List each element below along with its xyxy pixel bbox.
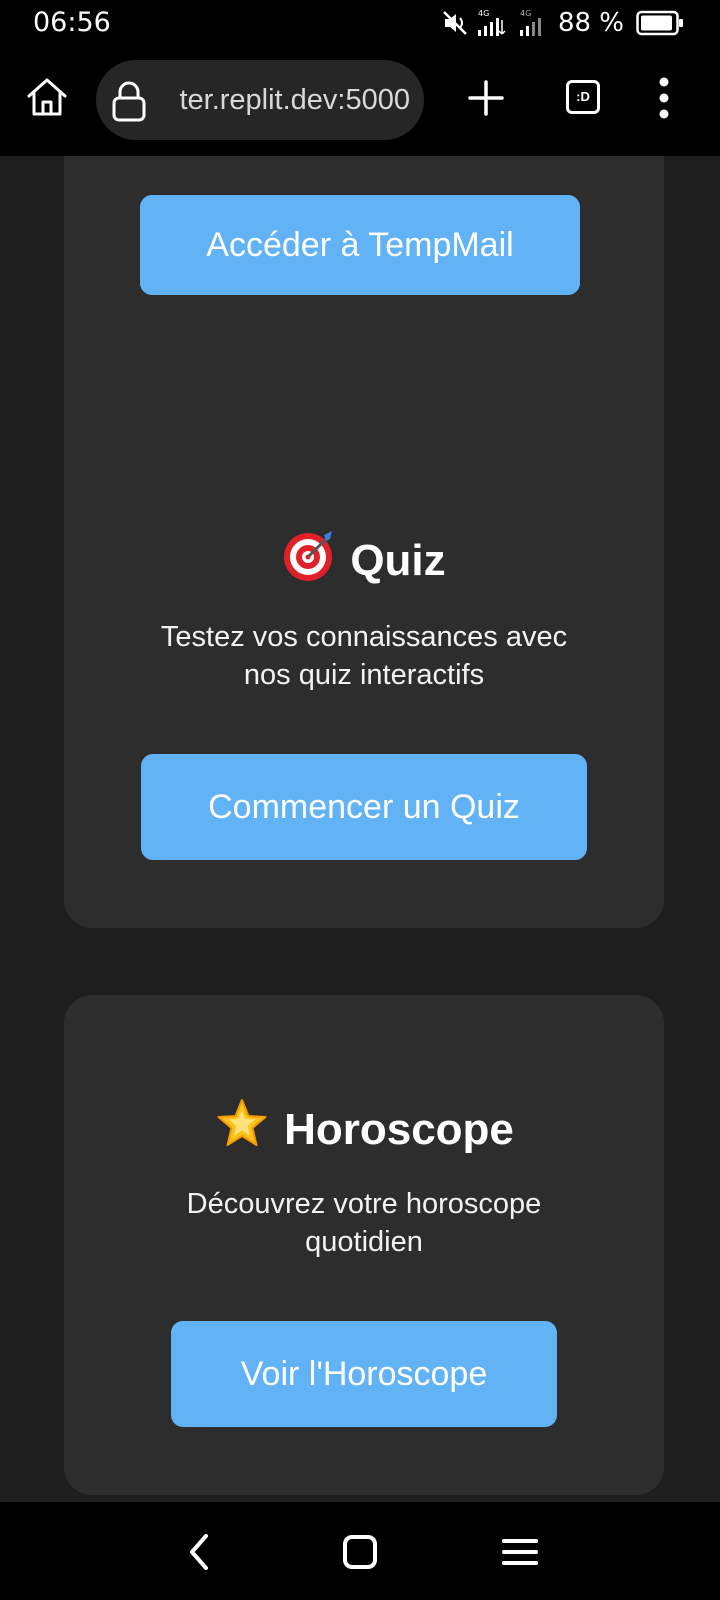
status-icons: 4G 4G 88 %	[434, 4, 684, 42]
quiz-title-text: Quiz	[350, 536, 446, 585]
tabs-button[interactable]: :D	[566, 80, 600, 114]
quiz-card: Quiz Testez vos connaissances avec nos q…	[64, 428, 664, 928]
status-bar: 06:56 4G 4G 88 %	[0, 0, 720, 46]
address-bar[interactable]: ter.replit.dev:5000	[96, 60, 424, 140]
new-tab-plus-icon[interactable]	[466, 78, 506, 118]
horoscope-title-text: Horoscope	[284, 1105, 514, 1154]
start-quiz-button[interactable]: Commencer un Quiz	[141, 754, 587, 860]
horoscope-title: Horoscope	[64, 1096, 664, 1158]
system-nav-bar	[0, 1502, 720, 1600]
url-text[interactable]: ter.replit.dev:5000	[160, 60, 410, 140]
more-vertical-icon[interactable]	[654, 76, 674, 120]
home-icon[interactable]	[24, 74, 70, 120]
mute-icon	[443, 11, 467, 35]
battery-percentage: 88 %	[557, 8, 624, 38]
screen: 06:56 4G 4G 88 % ter.replit.dev:5000:D …	[0, 0, 720, 1600]
svg-text:4G: 4G	[520, 9, 531, 18]
horoscope-description: Découvrez votre horoscope quotidien	[104, 1185, 624, 1261]
battery-icon	[636, 10, 683, 36]
signal-4g-icon: 4G	[477, 9, 506, 36]
quiz-description: Testez vos connaissances avec nos quiz i…	[104, 618, 624, 694]
page-content: Accéder à TempMail Quiz Testez vos conna…	[0, 156, 720, 1502]
status-time: 06:56	[33, 7, 111, 38]
tempmail-button[interactable]: Accéder à TempMail	[140, 195, 580, 295]
horoscope-card: Horoscope Découvrez votre horoscope quot…	[64, 995, 664, 1495]
dart-target-icon	[284, 531, 333, 581]
url-value: ter.replit.dev:5000	[179, 84, 410, 116]
home-square-icon[interactable]	[338, 1530, 382, 1574]
horoscope-desc-line1: Découvrez votre horoscope	[186, 1188, 542, 1220]
view-horoscope-button[interactable]: Voir l'Horoscope	[171, 1321, 557, 1427]
svg-text:4G: 4G	[478, 9, 489, 18]
quiz-desc-line1: Testez vos connaissances avec	[160, 621, 568, 653]
quiz-title: Quiz	[64, 529, 664, 589]
horoscope-desc-line2: quotidien	[305, 1226, 423, 1258]
quiz-desc-line2: nos quiz interactifs	[243, 659, 485, 691]
browser-toolbar: ter.replit.dev:5000 :D	[0, 46, 720, 156]
lock-icon	[112, 81, 146, 122]
glowing-star-icon	[217, 1099, 267, 1146]
back-icon[interactable]	[178, 1530, 222, 1574]
signal-4g-icon: 4G	[519, 9, 541, 36]
recents-menu-icon[interactable]	[498, 1530, 542, 1574]
